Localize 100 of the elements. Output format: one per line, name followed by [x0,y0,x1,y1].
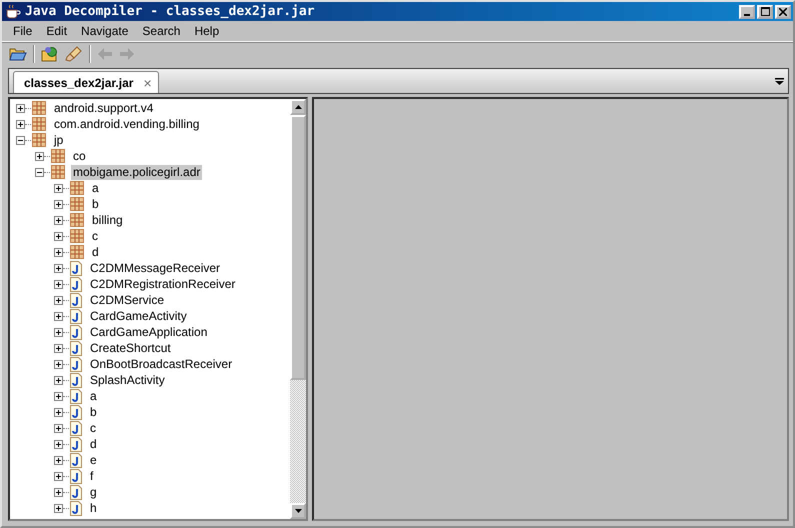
package-icon [32,117,46,131]
tree-item[interactable]: billing [90,212,125,228]
java-file-icon [70,260,82,276]
menu-item[interactable]: Search [135,24,188,38]
package-icon [51,165,65,179]
package-icon [51,149,65,163]
java-file-icon [70,372,82,388]
folder-globe-icon[interactable] [41,46,59,62]
dropdown-caret-icon[interactable] [775,78,784,85]
expander-icon[interactable] [54,408,63,416]
expander-icon[interactable] [54,488,63,496]
tab-close-button[interactable]: × [143,74,152,90]
expander-icon[interactable] [54,216,63,224]
java-file-icon [70,356,82,372]
expander-icon[interactable] [54,296,63,304]
expander-icon[interactable] [35,168,44,176]
tree-item[interactable]: c [90,228,100,244]
package-icon [70,245,84,259]
java-file-icon [70,340,82,356]
tree-item[interactable]: b [88,404,99,420]
java-file-icon [70,500,82,516]
tree-item[interactable]: c [88,420,98,436]
expander-icon[interactable] [54,344,63,352]
expander-icon[interactable] [54,440,63,448]
close-button[interactable] [775,4,791,18]
expander-icon[interactable] [54,392,63,400]
coffee-cup-icon [5,4,21,20]
package-icon [32,101,46,115]
expander-icon[interactable] [35,152,44,160]
package-icon [70,213,84,227]
close-icon [779,8,787,16]
scroll-up-arrow-icon[interactable] [294,105,302,109]
brush-icon[interactable] [65,46,83,62]
vertical-scrollbar[interactable] [290,99,306,519]
package-icon [70,181,84,195]
tree-item[interactable]: CardGameActivity [88,308,189,324]
expander-icon[interactable] [54,248,63,256]
tree-item[interactable]: mobigame.policegirl.adr [71,164,202,180]
java-file-icon [70,292,82,308]
java-file-icon [70,420,82,436]
tree-item[interactable]: co [71,148,88,164]
menu-item[interactable]: Navigate [74,24,136,38]
java-file-icon [70,404,82,420]
tree-item[interactable]: C2DMRegistrationReceiver [88,276,238,292]
expander-icon[interactable] [54,360,63,368]
tree-item[interactable]: jp [52,132,66,148]
java-file-icon [70,324,82,340]
java-file-icon [70,276,82,292]
tree-item[interactable]: f [88,468,96,484]
maximize-icon [760,7,770,16]
expander-icon[interactable] [54,328,63,336]
scroll-down-arrow-icon[interactable] [294,509,302,513]
java-file-icon [70,468,82,484]
package-icon [70,229,84,243]
tree-item[interactable]: g [88,484,99,500]
expander-icon[interactable] [16,136,25,144]
tree-item[interactable]: OnBootBroadcastReceiver [88,356,234,372]
tree-item[interactable]: C2DMService [88,292,166,308]
tree-item[interactable]: d [88,436,99,452]
package-icon [32,133,46,147]
expander-icon[interactable] [54,424,63,432]
tree-item[interactable]: CreateShortcut [88,340,173,356]
window-title: Java Decompiler - classes_dex2jar.jar [25,4,316,19]
menu-item[interactable]: File [6,24,40,38]
tree-item[interactable]: android.support.v4 [52,100,156,116]
java-file-icon [70,436,82,452]
expander-icon[interactable] [54,312,63,320]
java-file-icon [70,308,82,324]
package-icon [70,197,84,211]
java-file-icon [70,484,82,500]
expander-icon[interactable] [54,264,63,272]
maximize-button[interactable] [757,4,773,18]
java-file-icon [70,452,82,468]
expander-icon[interactable] [54,504,63,512]
tree-item[interactable]: a [88,388,99,404]
expander-icon[interactable] [54,280,63,288]
file-tab[interactable]: classes_dex2jar.jar × [13,71,159,93]
java-file-icon [70,388,82,404]
expander-icon[interactable] [16,104,25,112]
tree-item[interactable]: a [90,180,101,196]
expander-icon[interactable] [54,184,63,192]
tree-item[interactable]: e [88,452,99,468]
menu-item[interactable]: Help [187,24,226,38]
expander-icon[interactable] [54,456,63,464]
tree-item[interactable]: CardGameApplication [88,324,210,340]
expander-icon[interactable] [54,200,63,208]
tree-item[interactable]: h [88,500,99,516]
tree-item[interactable]: b [90,196,101,212]
minimize-button[interactable] [739,4,755,18]
tree-item[interactable]: C2DMMessageReceiver [88,260,222,276]
menu-item[interactable]: Edit [39,24,74,38]
expander-icon[interactable] [16,120,25,128]
tree-item[interactable]: SplashActivity [88,372,167,388]
expander-icon[interactable] [54,376,63,384]
open-folder-icon[interactable] [9,47,27,61]
tree-item[interactable]: d [90,244,101,260]
expander-icon[interactable] [54,472,63,480]
tree-item[interactable]: com.android.vending.billing [52,116,202,132]
expander-icon[interactable] [54,232,63,240]
minimize-icon [744,14,750,16]
